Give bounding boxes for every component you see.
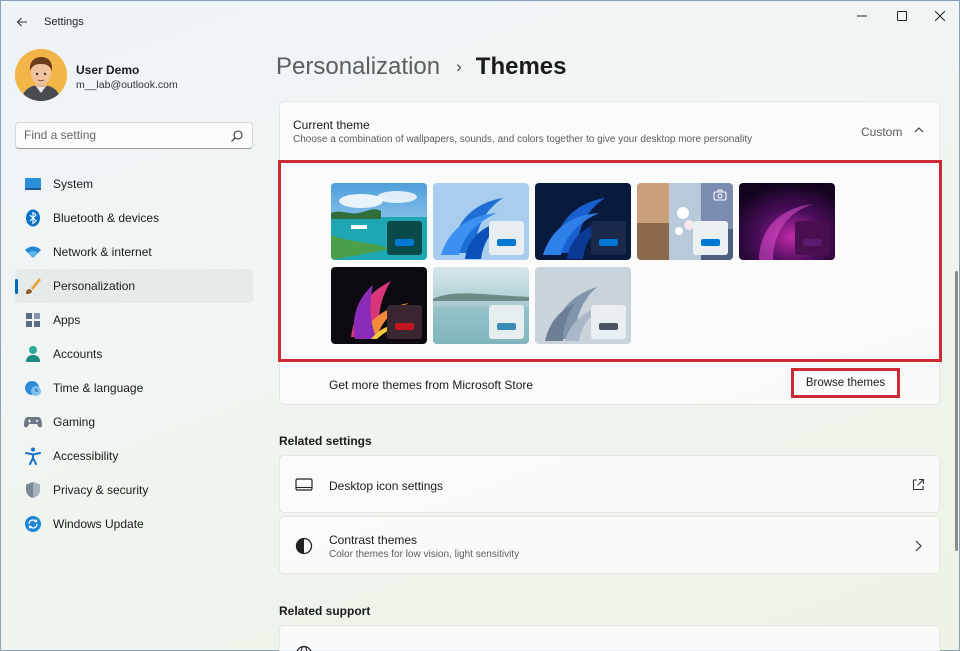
sidebar-item-label: Gaming: [53, 415, 96, 429]
theme-preview-window: [591, 221, 626, 255]
open-external-icon: [912, 478, 925, 491]
related-support-title: Related support: [279, 604, 371, 618]
sidebar-item-label: Apps: [53, 313, 81, 327]
sidebar-item-label: Bluetooth & devices: [53, 211, 160, 225]
monitor-icon: [295, 478, 313, 491]
breadcrumb-parent[interactable]: Personalization: [276, 53, 440, 81]
chevron-up-icon[interactable]: [913, 124, 925, 136]
theme-thumbnail-custom-coast[interactable]: [331, 183, 427, 260]
search-box[interactable]: [15, 122, 253, 149]
sidebar-item-apps[interactable]: Apps: [15, 303, 253, 337]
search-icon: [231, 130, 243, 142]
sidebar-item-system[interactable]: System: [15, 167, 253, 201]
sidebar-item-label: Accounts: [53, 347, 103, 361]
sidebar-item-accounts[interactable]: Accounts: [15, 337, 253, 371]
chevron-right-icon: [915, 540, 922, 552]
camera-icon: [713, 189, 727, 201]
bluetooth-icon: [24, 209, 42, 227]
current-theme-value: Custom: [861, 125, 903, 139]
app-title: Settings: [44, 16, 84, 28]
sidebar-item-network[interactable]: Network & internet: [15, 235, 253, 269]
sidebar-item-label: Time & language: [53, 381, 144, 395]
sidebar-item-label: Accessibility: [53, 449, 119, 463]
sidebar-nav: System Bluetooth & devices Network & int…: [15, 167, 253, 541]
related-settings-title: Related settings: [279, 434, 372, 448]
minimize-icon: [857, 15, 867, 17]
contrast-icon: [295, 537, 313, 555]
gamepad-icon: [24, 413, 42, 431]
theme-preview-window: [387, 221, 422, 255]
maximize-button[interactable]: [888, 5, 916, 27]
settings-window: Settings User Demo m__lab@outlook.com Fi…: [0, 0, 960, 651]
current-theme-title: Current theme: [293, 118, 370, 132]
theme-preview-window: [693, 221, 728, 255]
wifi-icon: [24, 243, 42, 261]
browse-themes-button[interactable]: Browse themes: [791, 368, 900, 398]
theme-thumbnail-flow[interactable]: [433, 267, 529, 344]
related-support-card[interactable]: [279, 625, 940, 651]
page-title: Themes: [475, 53, 567, 80]
scrollbar[interactable]: [955, 271, 958, 551]
contrast-themes-row[interactable]: Contrast themes Color themes for low vis…: [279, 516, 940, 574]
sidebar-item-label: Privacy & security: [53, 483, 149, 497]
user-email: m__lab@outlook.com: [76, 79, 178, 91]
theme-preview-window: [591, 305, 626, 339]
back-button[interactable]: [11, 11, 33, 33]
title-bar: Settings: [1, 1, 959, 41]
current-theme-description: Choose a combination of wallpapers, soun…: [293, 134, 753, 145]
theme-thumbnail-windows-dark[interactable]: [535, 183, 631, 260]
theme-preview-window: [387, 305, 422, 339]
sidebar-item-label: Personalization: [53, 279, 136, 293]
sidebar-item-label: System: [53, 177, 94, 191]
close-icon: [935, 11, 945, 21]
store-row: Get more themes from Microsoft Store Bro…: [280, 362, 939, 405]
close-button[interactable]: [926, 5, 954, 27]
sidebar-item-accessibility[interactable]: Accessibility: [15, 439, 253, 473]
theme-thumbnail-spotlight[interactable]: [637, 183, 733, 260]
windows-update-icon: [24, 515, 42, 533]
theme-thumbnail-glow[interactable]: [739, 183, 835, 260]
theme-thumbnail-windows-light[interactable]: [433, 183, 529, 260]
sidebar-item-privacy[interactable]: Privacy & security: [15, 473, 253, 507]
brush-icon: [24, 277, 42, 295]
breadcrumb: Personalization › Themes: [276, 51, 566, 83]
contrast-themes-label: Contrast themes: [329, 533, 418, 547]
breadcrumb-separator: ›: [456, 57, 462, 76]
theme-preview-window: [489, 221, 524, 255]
theme-grid-highlight: [278, 160, 942, 362]
sidebar-item-personalization[interactable]: Personalization: [15, 269, 253, 303]
avatar: [15, 49, 67, 101]
sidebar-item-gaming[interactable]: Gaming: [15, 405, 253, 439]
minimize-button[interactable]: [848, 5, 876, 27]
globe-clock-icon: [24, 379, 42, 397]
theme-thumbnail-captured-motion[interactable]: [331, 267, 427, 344]
sidebar-item-label: Network & internet: [53, 245, 152, 259]
shield-icon: [24, 481, 42, 499]
accounts-icon: [24, 345, 42, 363]
current-theme-card: Current theme Choose a combination of wa…: [278, 101, 942, 405]
system-icon: [24, 175, 42, 193]
desktop-icon-settings-label: Desktop icon settings: [329, 479, 444, 493]
accessibility-icon: [24, 447, 42, 465]
contrast-themes-description: Color themes for low vision, light sensi…: [329, 549, 520, 560]
globe-icon: [296, 645, 312, 651]
sidebar-item-bluetooth[interactable]: Bluetooth & devices: [15, 201, 253, 235]
sidebar-item-time-language[interactable]: Time & language: [15, 371, 253, 405]
theme-preview-window: [795, 221, 830, 255]
desktop-icon-settings-row[interactable]: Desktop icon settings: [279, 455, 940, 513]
sidebar-item-label: Windows Update: [53, 517, 144, 531]
search-input[interactable]: [24, 128, 224, 142]
apps-icon: [24, 311, 42, 329]
sidebar-item-windows-update[interactable]: Windows Update: [15, 507, 253, 541]
maximize-icon: [897, 11, 907, 21]
theme-thumbnail-sunrise[interactable]: [535, 267, 631, 344]
store-text: Get more themes from Microsoft Store: [329, 378, 534, 392]
user-name: User Demo: [76, 63, 140, 77]
back-arrow-icon: [16, 17, 27, 27]
theme-preview-window: [489, 305, 524, 339]
